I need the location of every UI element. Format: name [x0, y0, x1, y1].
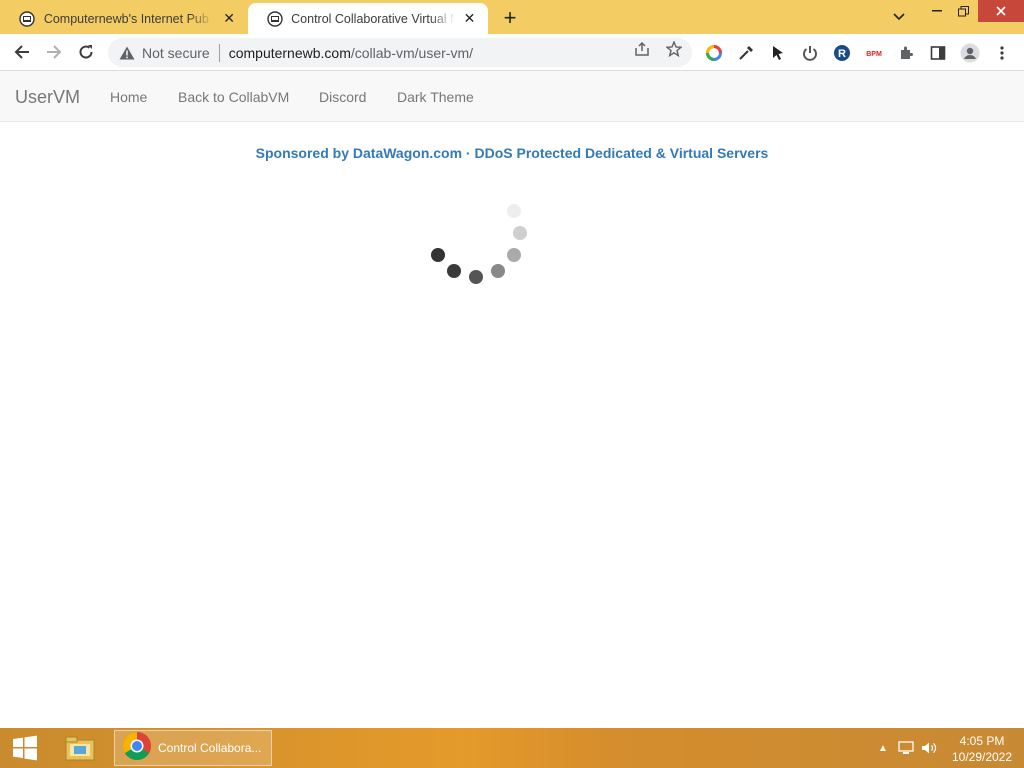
eyedropper-icon[interactable]: [736, 43, 756, 63]
taskbar-item-label: Control Collabora...: [158, 741, 262, 755]
windows-logo-icon[interactable]: [8, 734, 42, 762]
spinner-dot: [507, 248, 521, 262]
sponsor-link[interactable]: Sponsored by DataWagon.com · DDoS Protec…: [0, 145, 1024, 161]
site-navbar: UserVM Home Back to CollabVM Discord Dar…: [0, 71, 1024, 122]
cursor-arrow-icon[interactable]: [768, 43, 788, 63]
spinner-dot: [513, 226, 527, 240]
menu-icon[interactable]: [992, 43, 1012, 63]
bpm-extension-icon[interactable]: BPM: [864, 43, 884, 63]
tab-control-collaborative[interactable]: Control Collaborative Virtual Mac ✕: [248, 3, 488, 34]
tab-strip: Computernewb's Internet Pub Hu ✕ Control…: [0, 0, 1024, 34]
nav-link-dark-theme[interactable]: Dark Theme: [397, 89, 474, 105]
extension-icon[interactable]: [896, 43, 916, 63]
system-clock[interactable]: 4:05 PM 10/29/2022: [944, 733, 1020, 765]
color-ring-extension-icon[interactable]: [704, 43, 724, 63]
taskbar-chrome-item[interactable]: Control Collabora...: [114, 730, 272, 766]
network-icon[interactable]: [897, 740, 915, 756]
computernewb-favicon-icon: [18, 10, 36, 28]
tab-title: Control Collaborative Virtual Mac: [291, 11, 455, 26]
url-path: /collab-vm/user-vm/: [350, 44, 474, 61]
close-icon[interactable]: ✕: [220, 10, 238, 28]
clock-time: 4:05 PM: [959, 734, 1005, 748]
tab-computernewb[interactable]: Computernewb's Internet Pub Hu ✕: [0, 3, 248, 34]
chrome-icon: [122, 731, 152, 766]
folder-icon[interactable]: [62, 732, 98, 764]
profile-icon[interactable]: [960, 43, 980, 63]
window-close-button[interactable]: [978, 0, 1024, 22]
spinner-dot: [491, 264, 505, 278]
brand-link[interactable]: UserVM: [15, 87, 80, 108]
reload-icon[interactable]: [72, 38, 100, 66]
svg-text:R: R: [838, 48, 846, 60]
power-icon[interactable]: [800, 43, 820, 63]
url-host: computernewb.com: [228, 44, 351, 61]
warning-icon[interactable]: [118, 46, 136, 60]
spinner-dot: [431, 248, 445, 262]
minimize-button[interactable]: [924, 0, 950, 22]
r-extension-icon[interactable]: R: [832, 43, 852, 63]
back-icon[interactable]: [8, 38, 36, 66]
security-status: Not secure: [142, 44, 210, 61]
new-tab-button[interactable]: +: [497, 5, 523, 31]
address-bar[interactable]: Not secure computernewb.com/collab-vm/us…: [108, 38, 692, 67]
tab-title: Computernewb's Internet Pub Hu: [43, 11, 215, 26]
star-icon[interactable]: [665, 40, 683, 58]
computernewb-favicon-icon: [266, 10, 283, 28]
tab-search-chevron-icon[interactable]: [886, 6, 912, 28]
volume-icon[interactable]: [920, 740, 938, 756]
close-icon[interactable]: ✕: [461, 10, 478, 28]
windows-taskbar: Control Collabora... ▲ 4:05 PM 10/29/202…: [0, 728, 1024, 768]
nav-link-back-to-collabvm[interactable]: Back to CollabVM: [178, 89, 289, 105]
browser-toolbar: Not secure computernewb.com/collab-vm/us…: [0, 34, 1024, 71]
tray-chevron-up-icon[interactable]: ▲: [874, 740, 892, 756]
nav-link-home[interactable]: Home: [110, 89, 147, 105]
side-panel-icon[interactable]: [928, 43, 948, 63]
spinner-dot: [507, 204, 521, 218]
url-text[interactable]: computernewb.com/collab-vm/user-vm/: [229, 45, 473, 61]
spinner-dot: [469, 270, 483, 284]
svg-text:BPM: BPM: [866, 51, 882, 58]
share-icon[interactable]: [633, 40, 651, 58]
clock-date: 10/29/2022: [951, 750, 1013, 764]
forward-icon[interactable]: [40, 38, 68, 66]
spinner-dot: [447, 264, 461, 278]
restore-button[interactable]: [950, 0, 976, 22]
nav-link-discord[interactable]: Discord: [319, 89, 366, 105]
divider: [218, 43, 220, 62]
